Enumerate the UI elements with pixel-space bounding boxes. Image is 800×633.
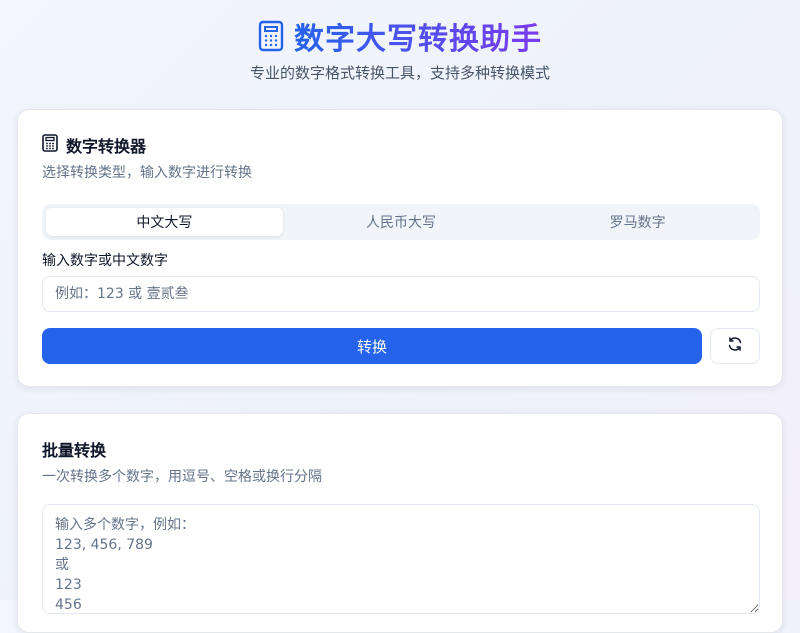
conversion-type-tabs: 中文大写 人民币大写 罗马数字 <box>42 204 760 240</box>
converter-description: 选择转换类型，输入数字进行转换 <box>42 165 252 181</box>
number-input[interactable] <box>42 276 760 312</box>
batch-card: 批量转换 一次转换多个数字，用逗号、空格或换行分隔 <box>17 413 783 633</box>
tab-rmb-uppercase[interactable]: 人民币大写 <box>283 208 520 236</box>
page-subtitle: 专业的数字格式转换工具，支持多种转换模式 <box>249 64 550 82</box>
converter-card: 数字转换器 选择转换类型，输入数字进行转换 中文大写 人民币大写 罗马数字 输入… <box>17 109 783 387</box>
batch-input-textarea[interactable] <box>42 504 760 614</box>
title-row: 数字大写转换助手 <box>0 14 800 58</box>
tab-chinese-uppercase[interactable]: 中文大写 <box>46 208 283 236</box>
page-title: 数字大写转换助手 <box>294 14 542 58</box>
batch-description: 一次转换多个数字，用逗号、空格或换行分隔 <box>42 469 322 485</box>
converter-title-text: 数字转换器 <box>66 137 147 156</box>
number-input-label: 输入数字或中文数字 <box>42 253 168 269</box>
converter-card-title: 数字转换器 <box>42 134 146 156</box>
tab-roman-numerals[interactable]: 罗马数字 <box>519 208 756 236</box>
batch-card-title: 批量转换 <box>42 441 107 460</box>
convert-button[interactable]: 转换 <box>42 328 702 364</box>
calculator-icon <box>258 20 284 52</box>
calculator-icon <box>42 134 58 156</box>
refresh-icon <box>727 336 743 356</box>
reset-button[interactable] <box>710 328 760 364</box>
